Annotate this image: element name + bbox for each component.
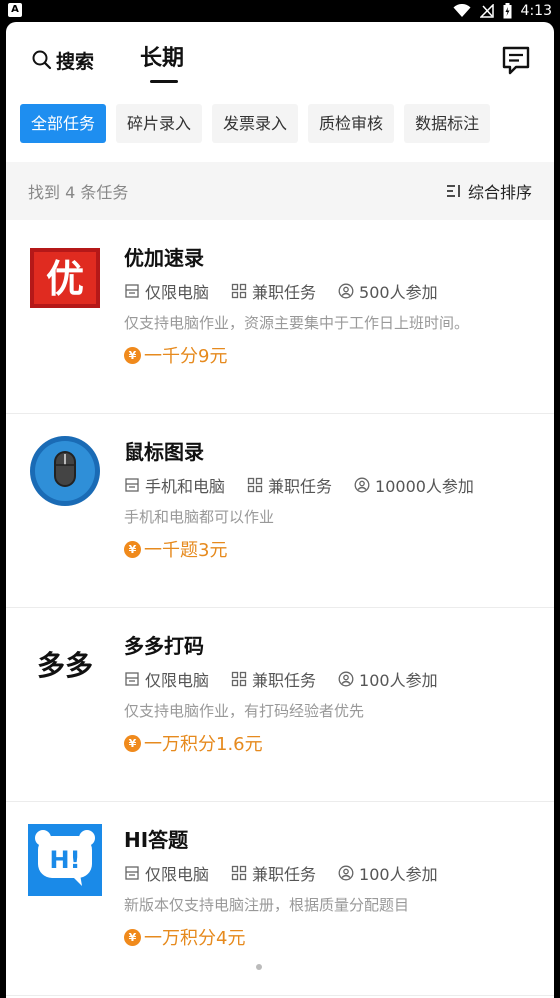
task-list: 优 优加速录 仅限电脑 兼职任务 500人参加 仅支持电脑作业，资源主要集中于工…	[6, 220, 554, 996]
status-icons: 4:13	[453, 2, 552, 20]
task-meta: 仅限电脑 兼职任务 100人参加	[124, 667, 460, 691]
type-tag: 兼职任务	[231, 667, 316, 691]
task-reward: ¥ 一万积分1.6元	[124, 730, 263, 756]
task-description: 仅支持电脑作业，资源主要集中于工作日上班时间。	[124, 314, 470, 332]
hi-logo: H!	[28, 824, 102, 896]
task-description: 手机和电脑都可以作业	[124, 508, 275, 526]
participants-label: 100人参加	[359, 865, 438, 884]
scroll-indicator	[256, 964, 262, 970]
device-tag: 仅限电脑	[124, 667, 209, 691]
reward-label: 一千分9元	[144, 346, 228, 367]
type-label: 兼职任务	[268, 477, 333, 496]
device-icon	[125, 284, 139, 298]
top-bar: 搜索 长期	[6, 22, 554, 100]
device-label: 仅限电脑	[145, 283, 210, 302]
sort-button[interactable]: 综合排序	[446, 179, 532, 203]
status-bar: A 4:13	[0, 0, 560, 22]
user-icon	[338, 671, 354, 687]
result-count: 找到 4 条任务	[28, 183, 129, 202]
device-icon	[125, 866, 139, 880]
type-tag: 兼职任务	[231, 861, 316, 885]
device-icon	[125, 672, 139, 686]
task-meta: 手机和电脑 兼职任务 10000人参加	[124, 473, 496, 497]
participants-tag: 100人参加	[338, 667, 438, 691]
battery-icon	[503, 3, 512, 19]
sort-icon	[446, 185, 460, 197]
type-tag: 兼职任务	[231, 279, 316, 303]
app-notification-icon: A	[8, 3, 22, 17]
coin-icon: ¥	[124, 540, 141, 558]
task-description: 新版本仅支持电脑注册，根据质量分配题目	[124, 896, 410, 914]
reward-label: 一万积分1.6元	[144, 734, 263, 755]
device-label: 仅限电脑	[145, 865, 210, 884]
chip-quality-review[interactable]: 质检审核	[308, 104, 395, 143]
no-signal-icon	[479, 4, 494, 18]
grid-icon	[231, 283, 247, 299]
task-title: 优加速录	[124, 246, 204, 270]
task-title: HI答题	[124, 828, 189, 852]
app-screen: 搜索 长期 全部任务 碎片录入 发票录入 质检审核 数据标注 找到 4 条任务 …	[6, 22, 554, 998]
search-button[interactable]: 搜索	[32, 46, 94, 74]
chip-invoice-entry[interactable]: 发票录入	[212, 104, 299, 143]
grid-icon	[231, 865, 247, 881]
participants-label: 10000人参加	[375, 477, 474, 496]
task-reward: ¥ 一万积分4元	[124, 924, 245, 950]
task-description: 仅支持电脑作业，有打码经验者优先	[124, 702, 365, 720]
mouse-logo	[30, 436, 100, 506]
coin-icon: ¥	[124, 346, 141, 364]
type-label: 兼职任务	[252, 283, 317, 302]
task-item[interactable]: 多多 多多打码 仅限电脑 兼职任务 100人参加 仅支持电脑作业，有打码经验者优…	[6, 608, 554, 802]
message-icon[interactable]	[500, 44, 532, 76]
type-label: 兼职任务	[252, 865, 317, 884]
task-meta: 仅限电脑 兼职任务 500人参加	[124, 279, 460, 303]
filter-chips: 全部任务 碎片录入 发票录入 质检审核 数据标注	[20, 104, 491, 144]
device-icon	[125, 478, 139, 492]
participants-tag: 100人参加	[338, 861, 438, 885]
user-icon	[354, 477, 370, 493]
participants-tag: 10000人参加	[354, 473, 474, 497]
tab-underline	[150, 80, 178, 83]
youjia-logo-text: 优	[46, 257, 84, 301]
search-icon	[32, 50, 52, 70]
clock: 4:13	[520, 3, 552, 19]
grid-icon	[247, 477, 263, 493]
task-title: 多多打码	[124, 634, 204, 658]
participants-label: 100人参加	[359, 671, 438, 690]
sort-label: 综合排序	[467, 183, 532, 202]
coin-icon: ¥	[124, 734, 141, 752]
grid-icon	[231, 671, 247, 687]
task-item[interactable]: H! HI答题 仅限电脑 兼职任务 100人参加 新版本仅支持电脑注册，根据质量…	[6, 802, 554, 996]
device-tag: 仅限电脑	[124, 279, 209, 303]
result-bar: 找到 4 条任务 综合排序	[6, 162, 554, 220]
participants-label: 500人参加	[359, 283, 438, 302]
chip-data-labeling[interactable]: 数据标注	[404, 104, 491, 143]
device-label: 仅限电脑	[145, 671, 210, 690]
search-label: 搜索	[56, 50, 95, 73]
device-tag: 手机和电脑	[124, 473, 225, 497]
device-tag: 仅限电脑	[124, 861, 209, 885]
task-item[interactable]: 鼠标图录 手机和电脑 兼职任务 10000人参加 手机和电脑都可以作业 ¥ 一千	[6, 414, 554, 608]
reward-label: 一千题3元	[144, 540, 228, 561]
type-tag: 兼职任务	[247, 473, 332, 497]
type-label: 兼职任务	[252, 671, 317, 690]
task-reward: ¥ 一千分9元	[124, 342, 227, 368]
task-reward: ¥ 一千题3元	[124, 536, 227, 562]
chip-fragment-entry[interactable]: 碎片录入	[116, 104, 203, 143]
hi-logo-text: H!	[49, 846, 80, 874]
task-item[interactable]: 优 优加速录 仅限电脑 兼职任务 500人参加 仅支持电脑作业，资源主要集中于工…	[6, 220, 554, 414]
reward-label: 一万积分4元	[144, 928, 246, 949]
device-label: 手机和电脑	[145, 477, 226, 496]
task-meta: 仅限电脑 兼职任务 100人参加	[124, 861, 460, 885]
tab-long-term[interactable]: 长期	[140, 40, 184, 72]
chip-all-tasks[interactable]: 全部任务	[20, 104, 107, 143]
participants-tag: 500人参加	[338, 279, 438, 303]
duoduo-logo-text: 多多	[37, 649, 93, 682]
user-icon	[338, 865, 354, 881]
task-title: 鼠标图录	[124, 440, 204, 464]
user-icon	[338, 283, 354, 299]
duoduo-logo: 多多	[28, 628, 102, 702]
wifi-icon	[453, 4, 471, 17]
coin-icon: ¥	[124, 928, 141, 946]
youjia-logo: 优	[30, 248, 100, 308]
